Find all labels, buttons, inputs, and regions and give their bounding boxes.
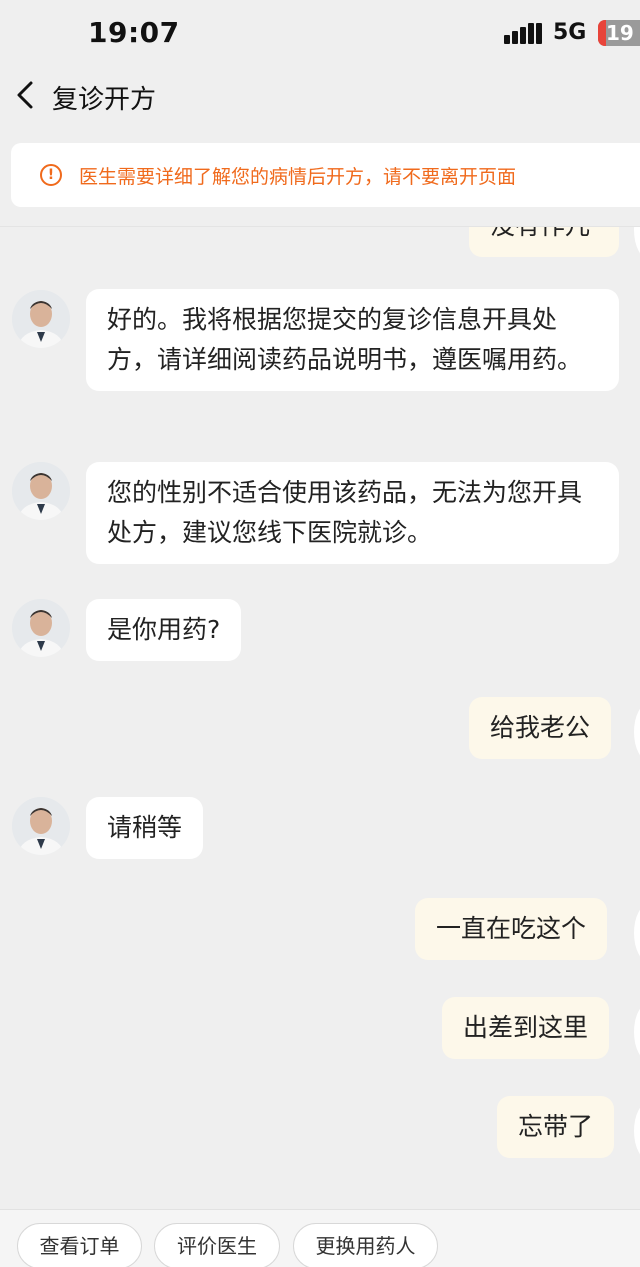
view-order-button[interactable]: 查看订单 <box>17 1223 142 1267</box>
bottom-action-bar: 查看订单 评价医生 更换用药人 <box>0 1209 640 1267</box>
network-type: 5G <box>553 20 587 45</box>
rate-doctor-button[interactable]: 评价医生 <box>154 1223 280 1267</box>
message-text: 给我老公 <box>490 713 591 742</box>
message-bubble-patient: 忘带了 <box>497 1096 615 1158</box>
doctor-avatar[interactable] <box>12 290 70 348</box>
patient-avatar <box>634 904 640 962</box>
patient-avatar <box>634 1003 640 1061</box>
battery-level: 19 <box>606 21 634 45</box>
patient-avatar <box>634 703 640 761</box>
nav-header: 复诊开方 <box>0 66 640 128</box>
message-bubble-patient: 给我老公 <box>469 697 612 759</box>
message-bubble-doctor: 是你用药? <box>86 599 242 661</box>
message-text: 是你用药? <box>107 615 221 644</box>
message-text: 没有作儿 <box>490 227 598 246</box>
message-bubble-patient: 没有作儿 <box>469 227 619 257</box>
message-text: 忘带了 <box>518 1112 594 1141</box>
warning-circle-icon: ! <box>40 164 62 186</box>
message-text: 出差到这里 <box>463 1013 589 1042</box>
notice-banner: ! 医生需要详细了解您的病情后开方，请不要离开页面 <box>11 143 640 207</box>
chat-area[interactable]: 没有作儿 好的。我将根据您提交的复诊信息开具处方，请详细阅读药品说明书，遵医嘱用… <box>0 226 640 1209</box>
message-bubble-patient: 出差到这里 <box>442 997 610 1059</box>
message-text: 您的性别不适合使用该药品，无法为您开具处方，建议您线下医院就诊。 <box>107 478 583 547</box>
chevron-left-icon[interactable] <box>14 80 38 110</box>
message-text: 好的。我将根据您提交的复诊信息开具处方，请详细阅读药品说明书，遵医嘱用药。 <box>107 305 583 374</box>
message-bubble-doctor: 请稍等 <box>86 797 204 859</box>
message-text: 一直在吃这个 <box>436 914 587 943</box>
patient-avatar <box>634 227 640 259</box>
message-bubble-doctor: 您的性别不适合使用该药品，无法为您开具处方，建议您线下医院就诊。 <box>86 462 619 564</box>
doctor-avatar[interactable] <box>12 797 70 855</box>
doctor-avatar[interactable] <box>12 599 70 657</box>
battery-icon: 19 <box>598 20 640 46</box>
notice-text: 医生需要详细了解您的病情后开方，请不要离开页面 <box>79 166 517 188</box>
status-time: 19:07 <box>88 16 180 49</box>
doctor-avatar[interactable] <box>12 462 70 520</box>
signal-icon <box>504 22 544 44</box>
page-title: 复诊开方 <box>52 85 157 115</box>
patient-avatar <box>634 1102 640 1160</box>
message-text: 请稍等 <box>107 813 183 842</box>
change-patient-button[interactable]: 更换用药人 <box>293 1223 438 1267</box>
message-bubble-doctor: 好的。我将根据您提交的复诊信息开具处方，请详细阅读药品说明书，遵医嘱用药。 <box>86 289 619 391</box>
status-bar: 19:07 5G 19 <box>0 0 640 66</box>
message-bubble-patient: 一直在吃这个 <box>415 898 608 960</box>
